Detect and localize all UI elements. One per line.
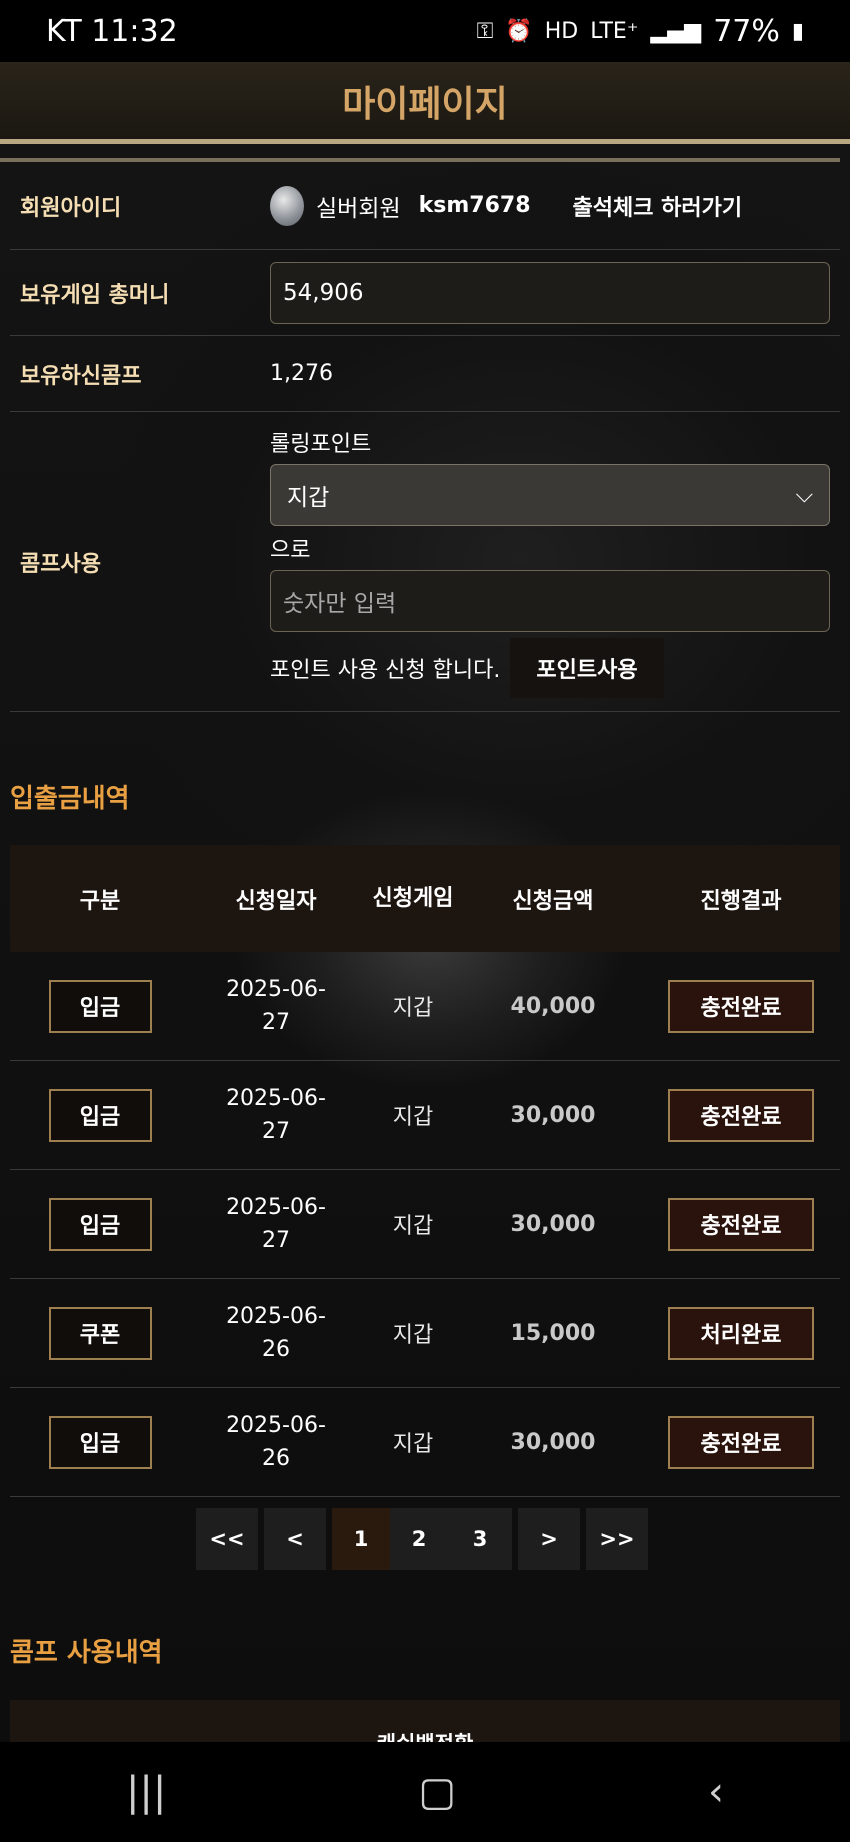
home-icon[interactable]: ▢ bbox=[418, 1769, 456, 1815]
comp-history-title: 콤프 사용내역 bbox=[10, 1638, 163, 1668]
comp-use-form: 롤링포인트 지갑 ⌵ 으로 숫자만 입력 포인트 사용 신청 합니다. 포인트사… bbox=[270, 426, 830, 698]
first-page-button[interactable]: << bbox=[196, 1508, 258, 1570]
back-icon[interactable]: ‹ bbox=[708, 1769, 724, 1815]
col-game: 신청게임 bbox=[372, 885, 454, 911]
rolling-point-label: 롤링포인트 bbox=[270, 431, 372, 457]
system-nav-bar: ||| ▢ ‹ bbox=[0, 1742, 850, 1842]
request-date: 2025-06-27 bbox=[226, 1195, 326, 1253]
request-amount: 15,000 bbox=[510, 1320, 596, 1346]
comp-use-row: 콤프사용 롤링포인트 지갑 ⌵ 으로 숫자만 입력 포인트 사용 신청 합니다.… bbox=[10, 412, 840, 712]
request-game: 지갑 bbox=[392, 1105, 434, 1130]
status-badge: 충전완료 bbox=[668, 1415, 814, 1469]
status-bar: KT 11:32 ⚿ ⏰ HD LTE⁺ ▂▄▆ 77% ▮ bbox=[0, 0, 850, 62]
type-badge: 입금 bbox=[48, 979, 152, 1033]
type-badge: 입금 bbox=[48, 1415, 152, 1469]
lte-icon: LTE⁺ bbox=[590, 18, 639, 44]
next-page-button[interactable]: > bbox=[518, 1508, 580, 1570]
request-amount: 40,000 bbox=[510, 993, 596, 1019]
wallet-select-value: 지갑 bbox=[287, 484, 330, 511]
attendance-link[interactable]: 출석체크 하러가기 bbox=[573, 190, 743, 222]
comp-row: 보유하신콤프 1,276 bbox=[10, 336, 840, 412]
member-id-label: 회원아이디 bbox=[20, 195, 122, 221]
status-time: KT 11:32 bbox=[46, 13, 178, 49]
request-game: 지갑 bbox=[392, 1323, 434, 1348]
alarm-icon: ⏰ bbox=[505, 18, 533, 44]
page-2-button[interactable]: 2 bbox=[390, 1508, 448, 1570]
hd-icon: HD bbox=[544, 18, 579, 44]
page-title: 마이페이지 bbox=[342, 83, 508, 125]
type-badge: 쿠폰 bbox=[48, 1306, 152, 1360]
status-badge: 충전완료 bbox=[668, 979, 814, 1033]
member-grade: 실버회원 bbox=[316, 195, 401, 222]
col-type: 구분 bbox=[79, 888, 121, 914]
money-field[interactable]: 54,906 bbox=[270, 261, 830, 324]
recent-apps-icon[interactable]: ||| bbox=[126, 1769, 166, 1815]
member-id-row: 회원아이디 실버회원 ksm7678 출석체크 하러가기 bbox=[10, 162, 840, 250]
page-3-button[interactable]: 3 bbox=[448, 1508, 512, 1570]
history-title: 입출금내역 bbox=[10, 784, 130, 814]
apply-text: 포인트 사용 신청 합니다. bbox=[270, 657, 501, 683]
col-date: 신청일자 bbox=[235, 888, 317, 914]
pagination: << < 1 2 3 > >> bbox=[196, 1508, 648, 1570]
table-row: 쿠폰 2025-06-26 지갑 15,000 처리완료 bbox=[10, 1279, 840, 1388]
request-amount: 30,000 bbox=[510, 1102, 596, 1128]
request-date: 2025-06-27 bbox=[226, 977, 326, 1035]
silver-medal-icon bbox=[270, 185, 304, 226]
table-row: 입금 2025-06-26 지갑 30,000 충전완료 bbox=[10, 1388, 840, 1497]
comp-label: 보유하신콤프 bbox=[20, 363, 142, 389]
page-header: 마이페이지 bbox=[0, 62, 850, 144]
col-amount: 신청금액 bbox=[512, 888, 594, 914]
wallet-select[interactable]: 지갑 ⌵ bbox=[270, 463, 830, 526]
key-icon: ⚿ bbox=[476, 18, 494, 44]
status-badge: 충전완료 bbox=[668, 1197, 814, 1251]
type-badge: 입금 bbox=[48, 1197, 152, 1251]
request-game: 지갑 bbox=[392, 1432, 434, 1457]
money-row: 보유게임 총머니 54,906 bbox=[10, 250, 840, 336]
request-amount: 30,000 bbox=[510, 1211, 596, 1237]
comp-value: 1,276 bbox=[270, 361, 333, 386]
chevron-down-icon: ⌵ bbox=[795, 481, 813, 508]
use-point-button[interactable]: 포인트사용 bbox=[510, 637, 664, 698]
history-table-header: 구분 신청일자 신청게임 신청금액 진행결과 bbox=[10, 845, 840, 952]
user-id: ksm7678 bbox=[418, 193, 531, 218]
request-game: 지갑 bbox=[392, 996, 434, 1021]
request-date: 2025-06-27 bbox=[226, 1086, 326, 1144]
prev-page-button[interactable]: < bbox=[264, 1508, 326, 1570]
type-badge: 입금 bbox=[48, 1088, 152, 1142]
comp-use-label: 콤프사용 bbox=[20, 551, 101, 577]
request-date: 2025-06-26 bbox=[226, 1304, 326, 1362]
to-text: 으로 bbox=[270, 537, 311, 563]
battery-level: 77% bbox=[713, 13, 780, 49]
request-date: 2025-06-26 bbox=[226, 1413, 326, 1471]
col-status: 진행결과 bbox=[700, 888, 782, 914]
table-row: 입금 2025-06-27 지갑 30,000 충전완료 bbox=[10, 1170, 840, 1279]
request-game: 지갑 bbox=[392, 1214, 434, 1239]
table-row: 입금 2025-06-27 지갑 30,000 충전완료 bbox=[10, 1061, 840, 1170]
page-1-button[interactable]: 1 bbox=[332, 1508, 390, 1570]
apply-line: 포인트 사용 신청 합니다. 포인트사용 bbox=[270, 637, 830, 698]
money-label: 보유게임 총머니 bbox=[20, 282, 170, 308]
status-badge: 처리완료 bbox=[668, 1306, 814, 1360]
request-amount: 30,000 bbox=[510, 1429, 596, 1455]
amount-input[interactable]: 숫자만 입력 bbox=[270, 569, 830, 632]
status-badge: 충전완료 bbox=[668, 1088, 814, 1142]
signal-icon: ▂▄▆ bbox=[650, 18, 702, 44]
table-row: 입금 2025-06-27 지갑 40,000 충전완료 bbox=[10, 952, 840, 1061]
battery-icon: ▮ bbox=[791, 18, 804, 44]
last-page-button[interactable]: >> bbox=[586, 1508, 648, 1570]
